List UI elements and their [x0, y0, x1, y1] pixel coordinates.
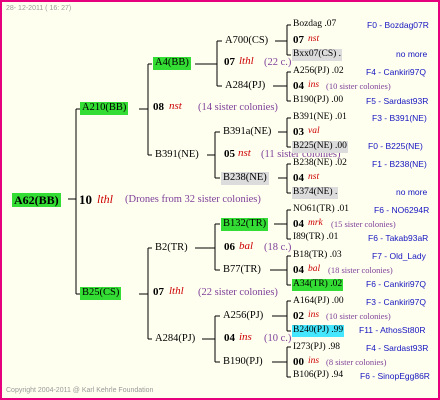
row-name[interactable]: B225(NE) .00	[292, 141, 348, 153]
row-name[interactable]: NO61(TR) .01	[293, 204, 349, 215]
row-note: (10 sister colonies)	[326, 81, 391, 91]
row-year: 03	[293, 126, 304, 138]
q-father-breed: nst	[238, 147, 251, 159]
queen-note: (14 sister colonies)	[198, 102, 278, 113]
row-note: (8 sister colonies)	[326, 357, 387, 367]
g4-node[interactable]: B238(NE)	[221, 172, 269, 185]
row-name[interactable]: A164(PJ) .00	[293, 296, 344, 307]
q-mother-year: 07	[224, 56, 235, 68]
d-mother-node[interactable]: B2(TR)	[153, 242, 190, 255]
g6-node[interactable]: B77(TR)	[221, 264, 263, 277]
d-father-year: 04	[224, 332, 235, 344]
row-year: 07	[293, 34, 304, 46]
row-name[interactable]: Bxx07(CS) .	[292, 49, 343, 61]
g5-node[interactable]: B132(TR)	[221, 218, 269, 231]
header-date: 28- 12-2011 ( 16: 27)	[6, 5, 72, 12]
row-code[interactable]: F3 - B391(NE)	[372, 114, 427, 123]
row-code[interactable]: F1 - B238(NE)	[372, 160, 427, 169]
drone-node[interactable]: B25(CS)	[80, 287, 122, 300]
drone-breed: lthl	[169, 285, 184, 297]
root-breed: lthl	[97, 192, 114, 206]
d-mother-note: (18 c.)	[264, 242, 292, 253]
row-name[interactable]: I273(PJ) .98	[293, 342, 340, 353]
row-year: 02	[293, 310, 304, 322]
d-mother-breed: bal	[239, 240, 254, 252]
row-breed: nst	[308, 34, 320, 44]
g3-node[interactable]: B391a(NE)	[221, 126, 273, 139]
row-breed: ins	[308, 80, 320, 90]
row-year: 04	[293, 218, 304, 230]
row-code[interactable]: F7 - Old_Lady	[372, 252, 426, 261]
row-code[interactable]: no more	[396, 188, 427, 197]
row-name[interactable]: I89(TR) .01	[293, 232, 338, 243]
queen-year: 08	[153, 101, 164, 113]
row-year: 00	[293, 356, 304, 368]
root-year: 10	[79, 192, 92, 207]
d-father-node[interactable]: A284(PJ)	[153, 333, 197, 346]
row-code[interactable]: F5 - Sardast93R	[366, 97, 428, 106]
drone-year: 07	[153, 286, 164, 298]
row-breed: bal	[308, 264, 321, 274]
q-father-year: 05	[224, 148, 235, 160]
row-code[interactable]: F4 - Cankiri97Q	[366, 68, 426, 77]
row-name[interactable]: B190(PJ) .00	[293, 95, 343, 106]
root-note: (Drones from 32 sister colonies)	[125, 194, 261, 205]
g2-node[interactable]: A284(PJ)	[223, 80, 267, 93]
row-code[interactable]: F0 - B225(NE)	[368, 142, 423, 151]
row-code[interactable]: F6 - NO6294R	[374, 206, 429, 215]
d-father-note: (10 c.)	[264, 333, 292, 344]
row-note: (15 sister colonies)	[331, 219, 396, 229]
row-name[interactable]: B106(PJ) .94	[293, 370, 343, 381]
row-year: 04	[293, 172, 304, 184]
row-name[interactable]: B18(TR) .03	[293, 250, 342, 261]
row-breed: mrk	[308, 218, 323, 228]
row-name[interactable]: A256(PJ) .02	[293, 66, 344, 77]
row-name[interactable]: B238(NE) .02	[293, 158, 347, 169]
row-breed: ins	[308, 310, 320, 320]
row-code[interactable]: F4 - Sardast93R	[366, 344, 428, 353]
root-node[interactable]: A62(BB)	[12, 193, 61, 207]
q-mother-breed: lthl	[239, 55, 254, 67]
d-mother-year: 06	[224, 241, 235, 253]
footer-copyright: Copyright 2004-2011 @ Karl Kehrle Founda…	[6, 387, 154, 394]
row-breed: val	[308, 126, 320, 136]
queen-node[interactable]: A210(BB)	[80, 102, 129, 115]
queen-breed: nst	[169, 100, 182, 112]
row-breed: nst	[308, 172, 320, 182]
row-name[interactable]: B240(PJ) .99	[292, 325, 345, 337]
g1-node[interactable]: A700(CS)	[223, 35, 270, 48]
row-code[interactable]: F6 - Cankiri97Q	[366, 280, 426, 289]
row-code[interactable]: F0 - Bozdag07R	[367, 21, 429, 30]
row-breed: ins	[308, 356, 320, 366]
row-name[interactable]: Bozdag .07	[293, 19, 336, 30]
pedigree-chart: 28- 12-2011 ( 16: 27) A62(BB) 10 lthl (D…	[0, 0, 440, 400]
row-name[interactable]: B391(NE) .01	[293, 112, 347, 123]
row-name[interactable]: A34(TR) .02	[292, 279, 344, 291]
q-mother-note: (22 c.)	[264, 57, 292, 68]
row-note: (10 sister colonies)	[326, 311, 391, 321]
g8-node[interactable]: B190(PJ)	[221, 356, 265, 369]
d-father-breed: ins	[239, 331, 252, 343]
row-code[interactable]: F6 - Takab93aR	[368, 234, 428, 243]
row-year: 04	[293, 264, 304, 276]
row-code[interactable]: F11 - AthosSt80R	[359, 326, 425, 335]
row-code[interactable]: F3 - Cankiri97Q	[366, 298, 426, 307]
q-father-node[interactable]: B391(NE)	[153, 149, 201, 162]
row-code[interactable]: F6 - SinopEgg86R	[360, 372, 430, 381]
g7-node[interactable]: A256(PJ)	[221, 310, 265, 323]
row-year: 04	[293, 80, 304, 92]
row-note: (18 sister colonies)	[328, 265, 393, 275]
q-mother-node[interactable]: A4(BB)	[153, 57, 191, 70]
row-name[interactable]: B374(NE) .	[292, 187, 339, 199]
drone-note: (22 sister colonies)	[198, 287, 278, 298]
row-code[interactable]: no more	[396, 50, 427, 59]
